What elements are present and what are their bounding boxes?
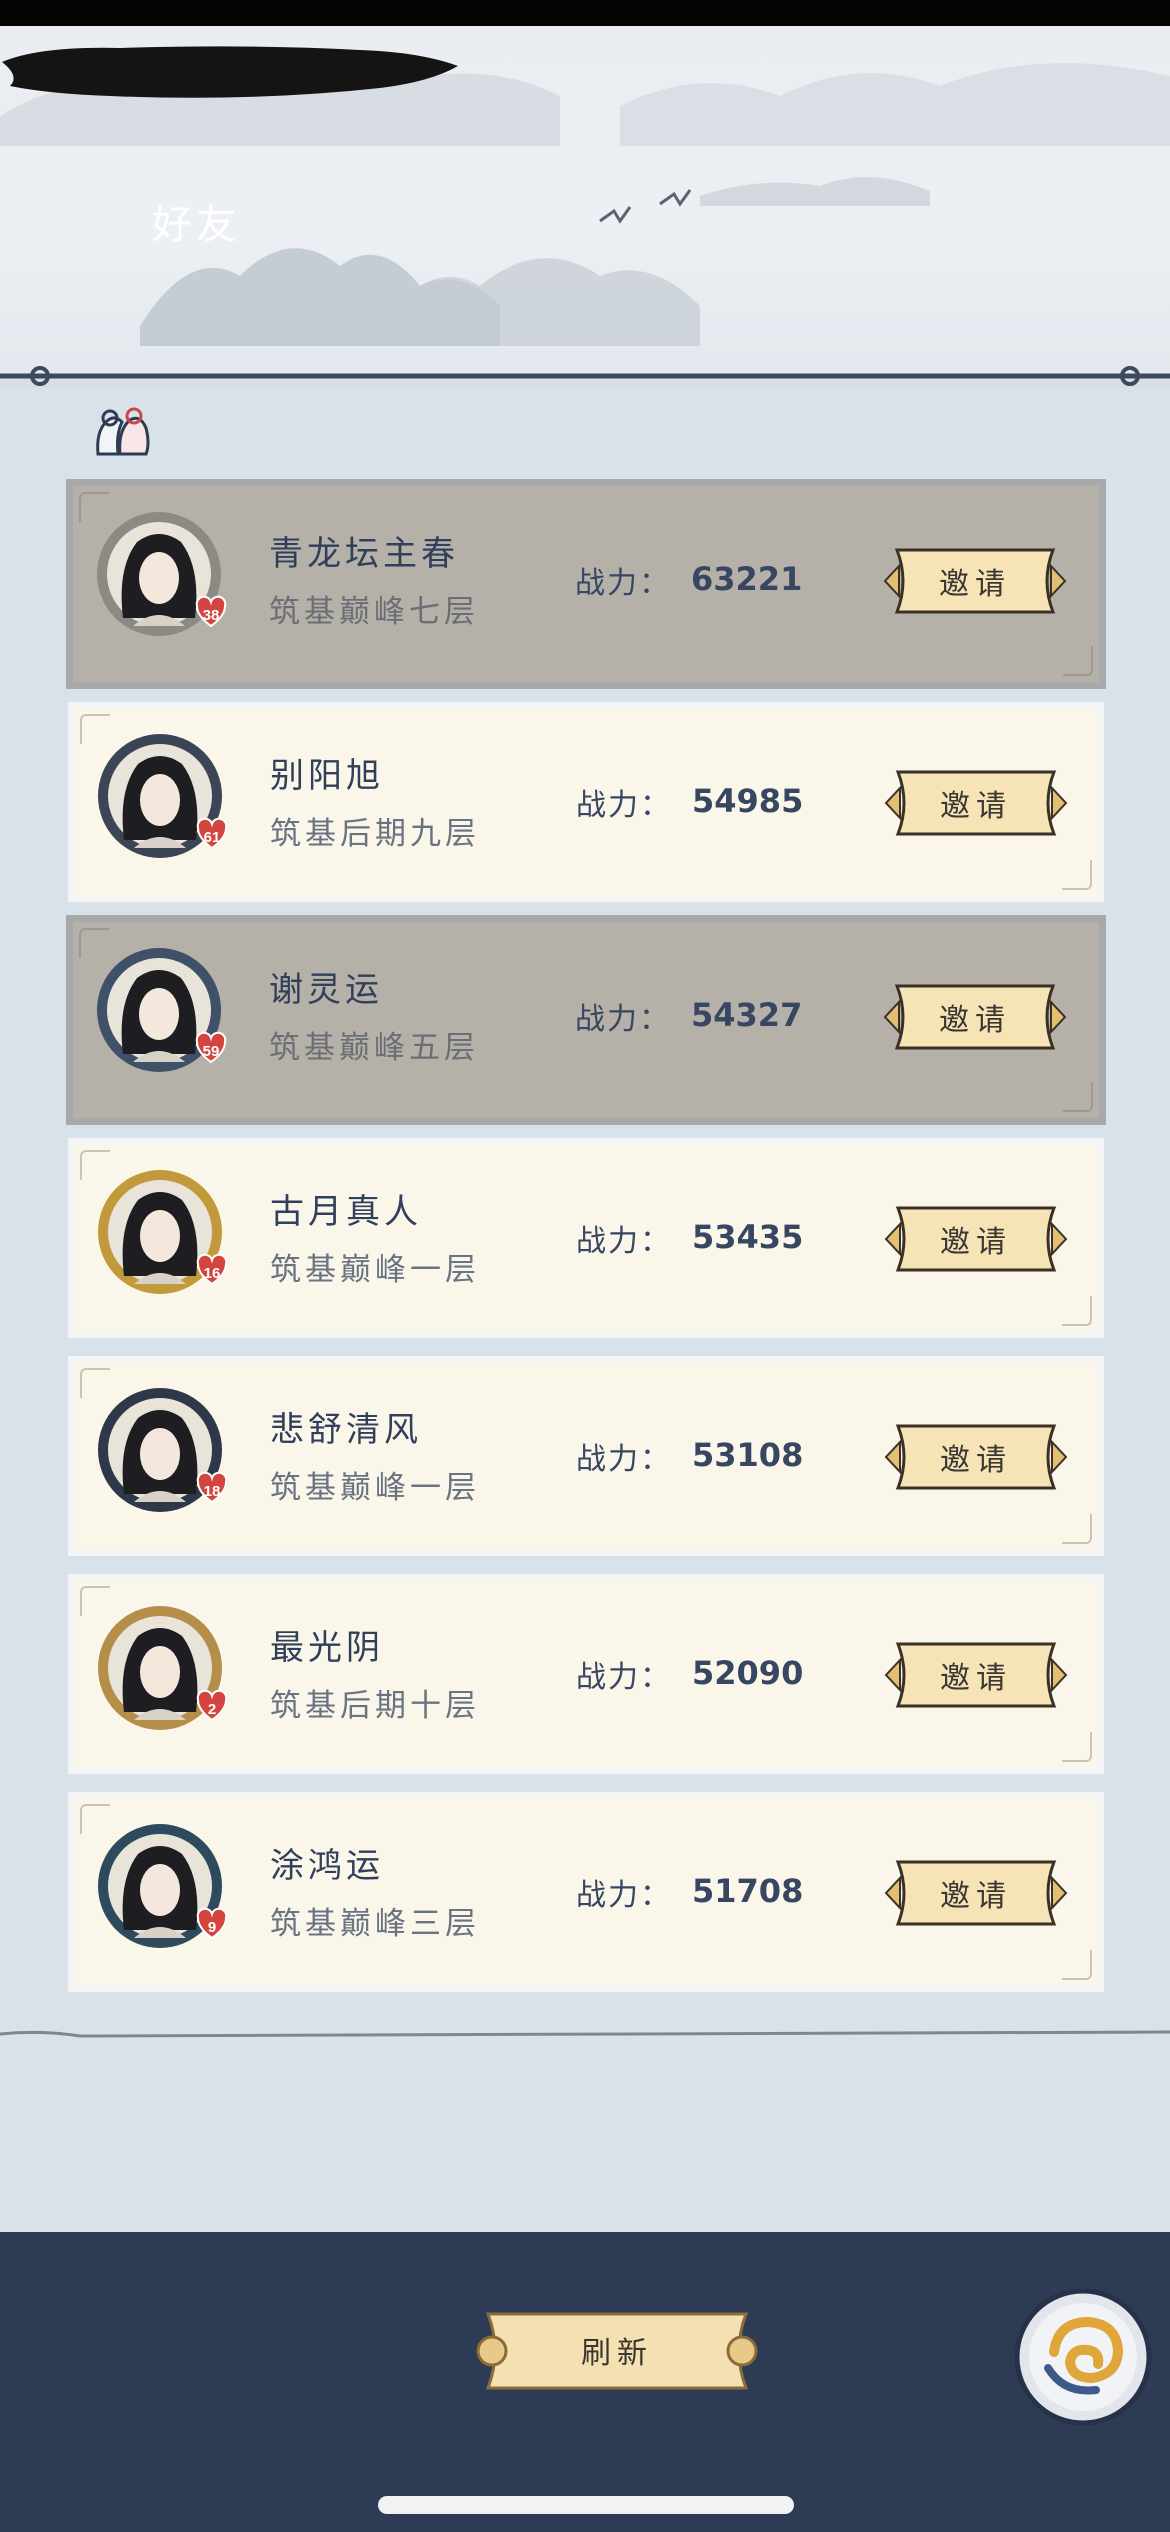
friend-realm: 筑基后期九层: [270, 816, 480, 852]
header-frame-border: [0, 366, 1170, 386]
friend-realm: 筑基后期十层: [270, 1688, 480, 1724]
friend-name: 谢灵运: [269, 970, 383, 1010]
friend-name: 青龙坛主春: [269, 534, 459, 574]
avatar[interactable]: 61: [94, 730, 236, 872]
power-label: 战力：: [576, 1224, 672, 1259]
power-value: 53435: [692, 1218, 804, 1256]
title-brush-stroke: [2, 46, 458, 98]
friend-realm: 筑基巅峰一层: [270, 1252, 480, 1288]
invite-button-label: 邀请: [940, 789, 1012, 824]
invite-button-label: 邀请: [939, 567, 1011, 602]
friend-realm: 筑基巅峰七层: [269, 594, 479, 630]
level-text: 38: [203, 607, 220, 624]
level-text: 18: [204, 1483, 221, 1500]
power-value: 51708: [692, 1872, 804, 1910]
power-label: 战力：: [576, 788, 672, 823]
avatar[interactable]: 59: [93, 944, 235, 1086]
friend-name: 悲舒清风: [270, 1410, 422, 1450]
friend-realm: 筑基巅峰一层: [270, 1470, 480, 1506]
invite-button-label: 邀请: [940, 1879, 1012, 1914]
power-value: 52090: [692, 1654, 804, 1692]
corner-ornament: [1062, 860, 1092, 890]
invite-button-label: 邀请: [940, 1443, 1012, 1478]
avatar[interactable]: 2: [94, 1602, 236, 1744]
invite-button[interactable]: 邀请: [881, 980, 1069, 1054]
power-label: 战力：: [576, 1442, 672, 1477]
invite-button[interactable]: 邀请: [882, 766, 1070, 840]
panel-bottom-border: [0, 2030, 1170, 2038]
invite-button[interactable]: 邀请: [881, 544, 1069, 618]
back-swirl-icon[interactable]: [1012, 2286, 1154, 2428]
friend-row: 38 青龙坛主春筑基巅峰七层 战力： 63221 邀请: [66, 479, 1106, 689]
friend-realm: 筑基巅峰五层: [269, 1030, 479, 1066]
power-label: 战力：: [576, 1878, 672, 1913]
invite-button[interactable]: 邀请: [882, 1202, 1070, 1276]
friend-row: 59 谢灵运筑基巅峰五层 战力： 54327 邀请: [66, 915, 1106, 1125]
friend-row: 18 悲舒清风筑基巅峰一层 战力： 53108 邀请: [68, 1356, 1104, 1556]
page-title: 好友: [152, 202, 240, 248]
invite-button-label: 邀请: [940, 1225, 1012, 1260]
friend-row: 9 涂鸿运筑基巅峰三层 战力： 51708 邀请: [68, 1792, 1104, 1992]
level-text: 16: [204, 1265, 221, 1282]
friend-name: 别阳旭: [270, 756, 384, 796]
invite-button[interactable]: 邀请: [882, 1856, 1070, 1930]
level-text: 61: [204, 829, 221, 846]
power-value: 54327: [691, 996, 803, 1034]
corner-ornament: [1063, 646, 1093, 676]
avatar[interactable]: 16: [94, 1166, 236, 1308]
power-label: 战力：: [575, 1002, 671, 1037]
home-indicator[interactable]: [378, 2496, 794, 2514]
power-label: 战力：: [575, 566, 671, 601]
level-text: 2: [208, 1701, 216, 1718]
invite-button-label: 邀请: [940, 1661, 1012, 1696]
avatar[interactable]: 9: [94, 1820, 236, 1962]
corner-ornament: [1062, 1296, 1092, 1326]
friend-realm: 筑基巅峰三层: [270, 1906, 480, 1942]
friend-name: 古月真人: [270, 1192, 422, 1232]
friend-row: 16 古月真人筑基巅峰一层 战力： 53435 邀请: [68, 1138, 1104, 1338]
level-text: 9: [208, 1919, 216, 1936]
header: 好友: [0, 26, 1170, 378]
refresh-button[interactable]: 刷新: [470, 2306, 764, 2396]
corner-ornament: [1062, 1732, 1092, 1762]
level-text: 59: [203, 1043, 220, 1060]
power-value: 63221: [691, 560, 803, 598]
invite-button-label: 邀请: [939, 1003, 1011, 1038]
avatar[interactable]: 38: [93, 508, 235, 650]
power-label: 战力：: [576, 1660, 672, 1695]
power-value: 54985: [692, 782, 804, 820]
refresh-button-label: 刷新: [581, 2336, 653, 2371]
power-value: 53108: [692, 1436, 804, 1474]
invite-button[interactable]: 邀请: [882, 1420, 1070, 1494]
avatar[interactable]: 18: [94, 1384, 236, 1526]
friend-name: 涂鸿运: [270, 1846, 384, 1886]
friend-row: 61 别阳旭筑基后期九层 战力： 54985 邀请: [68, 702, 1104, 902]
friend-name: 最光阴: [270, 1628, 384, 1668]
status-bar: [0, 0, 1170, 26]
corner-ornament: [1062, 1950, 1092, 1980]
friend-row: 2 最光阴筑基后期十层 战力： 52090 邀请: [68, 1574, 1104, 1774]
corner-ornament: [1062, 1514, 1092, 1544]
corner-ornament: [1063, 1082, 1093, 1112]
invite-button[interactable]: 邀请: [882, 1638, 1070, 1712]
friends-icon: [96, 407, 150, 456]
